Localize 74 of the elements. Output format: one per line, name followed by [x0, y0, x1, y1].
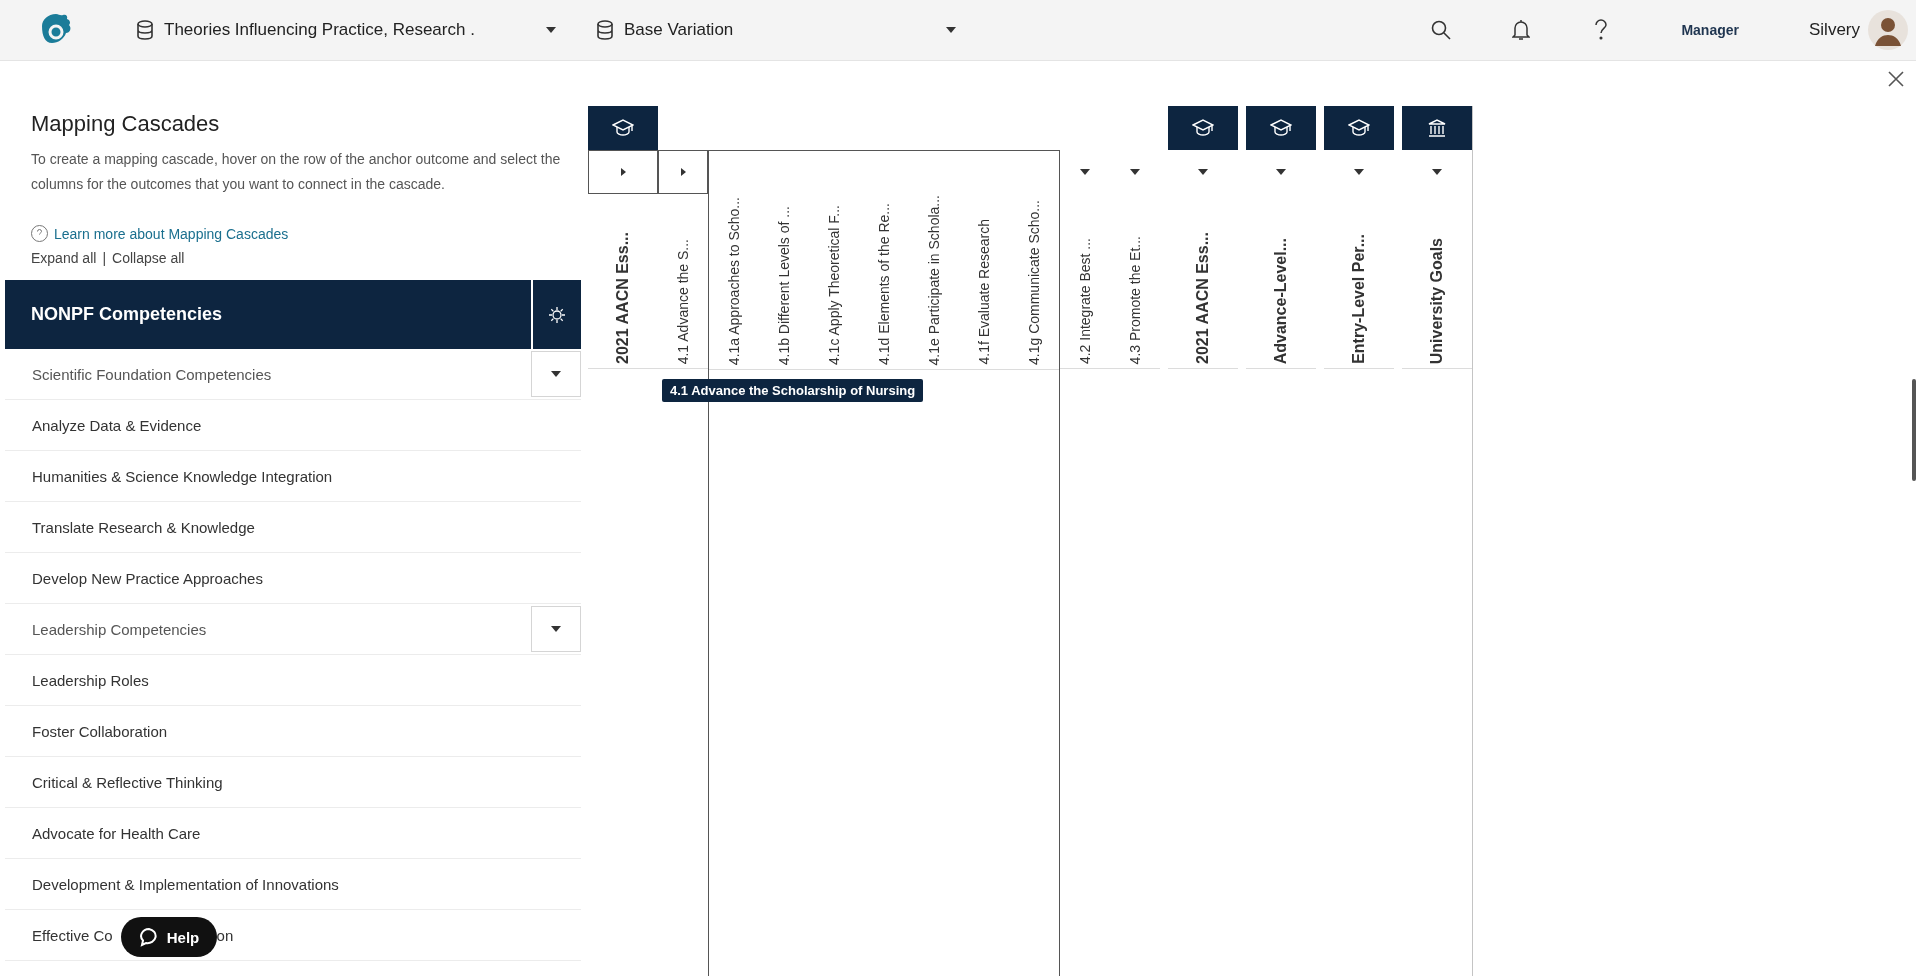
database-icon [596, 20, 614, 40]
outcome-label[interactable]: Foster Collaboration [32, 722, 168, 740]
column-header[interactable]: 4.1 Advance the S... [675, 238, 691, 364]
graduation-cap-icon [612, 119, 634, 137]
panel-description: To create a mapping cascade, hover on the row of the anchor outcome and select the columns for the outcomes that you want to connect in the cascade. [31, 150, 562, 194]
settings-button[interactable] [533, 280, 581, 349]
outcome-label[interactable]: Analyze Data & Evidence [32, 416, 202, 434]
collapse-all-link[interactable]: Collapse all [112, 250, 185, 266]
caret-icon [1432, 169, 1442, 175]
building-columns-icon [1428, 119, 1446, 137]
column-header[interactable]: 4.1g Communicate Scho... [1026, 200, 1042, 365]
outcome-label[interactable]: Development & Implementation of Innovations [32, 875, 339, 893]
outcome-label[interactable]: Humanities & Science Knowledge Integration [32, 467, 333, 485]
user-name[interactable]: Silvery [1809, 20, 1860, 40]
outcome-label[interactable]: Translate Research & Knowledge [32, 518, 255, 536]
graduation-cap-icon [1192, 119, 1214, 137]
caret-icon [946, 27, 956, 33]
caret-icon [551, 626, 561, 632]
caret-icon [551, 371, 561, 377]
search-icon[interactable] [1431, 20, 1452, 40]
close-button[interactable] [1888, 71, 1904, 87]
settings-icon [548, 305, 566, 324]
help-button[interactable]: Help [121, 917, 217, 957]
variation-selector[interactable]: Base Variation [624, 20, 936, 40]
expand-toggle[interactable] [531, 351, 581, 397]
column-header[interactable]: 4.2 Integrate Best ... [1077, 237, 1093, 364]
caret-icon [1354, 169, 1364, 175]
help-circle-icon [31, 225, 48, 242]
expand-toggle[interactable] [531, 606, 581, 652]
column-header[interactable]: 4.3 Promote the Et... [1127, 235, 1143, 364]
caret-icon [620, 168, 626, 176]
bell-icon[interactable] [1512, 19, 1531, 41]
expand-all-link[interactable]: Expand all [31, 250, 97, 266]
database-icon [136, 20, 154, 40]
outcome-label-end[interactable]: on [216, 926, 234, 944]
outcome-label[interactable]: Leadership Roles [32, 671, 149, 689]
column-header[interactable]: Advance-Level... [1272, 237, 1290, 364]
scrollbar-thumb[interactable] [1912, 379, 1916, 481]
outcome-label[interactable]: Effective Co [32, 926, 113, 944]
avatar-icon[interactable] [1868, 10, 1908, 50]
column-header[interactable]: 4.1d Elements of the Re... [876, 203, 892, 365]
outcome-group-label[interactable]: Scientific Foundation Competencies [32, 365, 272, 383]
panel-title: Mapping Cascades [31, 111, 221, 137]
column-header[interactable]: 4.1b Different Levels of ... [776, 205, 792, 365]
outcome-label[interactable]: Advocate for Health Care [32, 824, 201, 842]
tooltip: 4.1 Advance the Scholarship of Nursing [662, 379, 924, 402]
learn-more-link[interactable]: Learn more about Mapping Cascades [54, 225, 289, 242]
caret-icon [1198, 169, 1208, 175]
column-header[interactable]: 4.1a Approaches to Scho... [726, 196, 742, 365]
caret-icon [1276, 169, 1286, 175]
caret-icon [1080, 169, 1090, 175]
outcome-label[interactable]: Critical & Reflective Thinking [32, 773, 223, 791]
caret-icon [546, 27, 556, 33]
graduation-cap-icon [1270, 119, 1292, 137]
collapse-toggle[interactable] [588, 150, 658, 194]
outcome-label[interactable]: Develop New Practice Approaches [32, 569, 263, 587]
chat-bubble-icon [138, 927, 159, 947]
course-selector[interactable]: Theories Influencing Practice, Research . [164, 20, 536, 40]
column-header[interactable]: 4.1e Participate in Schola... [926, 194, 942, 365]
column-header[interactable]: 2021 AACN Ess... [614, 232, 632, 364]
help-icon[interactable] [1594, 19, 1609, 41]
column-header[interactable]: 4.1c Apply Theoretical F... [826, 204, 842, 365]
outcome-set-header: NONPF Competencies [5, 280, 531, 349]
collapse-toggle[interactable] [658, 150, 708, 194]
separator: | [102, 250, 107, 266]
column-header[interactable]: University Goals [1428, 237, 1446, 364]
column-header[interactable]: Entry-Level Per... [1350, 234, 1368, 364]
role-label[interactable]: Manager [1681, 22, 1739, 38]
outcome-group-label[interactable]: Leadership Competencies [32, 620, 207, 638]
column-header[interactable]: 4.1f Evaluate Research [976, 219, 992, 365]
caret-icon [680, 168, 686, 176]
graduation-cap-icon [1348, 119, 1370, 137]
caret-icon [1130, 169, 1140, 175]
column-header[interactable]: 2021 AACN Ess... [1194, 232, 1212, 364]
